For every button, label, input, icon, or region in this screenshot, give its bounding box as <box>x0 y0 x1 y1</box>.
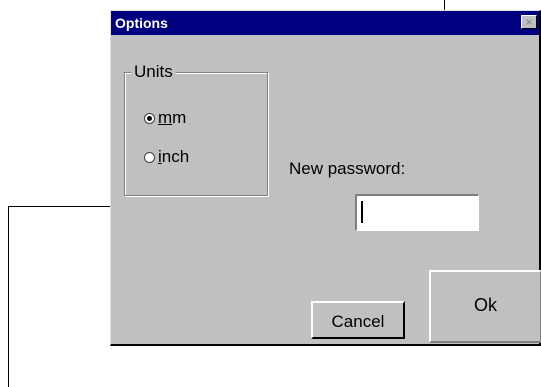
title-bar[interactable]: Options × <box>111 11 539 35</box>
options-dialog: Options × Units mm inch New password: Ca… <box>110 10 541 346</box>
radio-inch-label[interactable]: inch <box>158 147 189 167</box>
cancel-button[interactable]: Cancel <box>311 301 405 339</box>
new-password-field[interactable] <box>355 194 479 231</box>
close-button[interactable]: × <box>521 15 537 29</box>
radio-mm-label-rest: m <box>172 108 187 127</box>
radio-inch[interactable] <box>144 151 155 163</box>
radio-mm-label[interactable]: mm <box>158 108 186 128</box>
units-group-label: Units <box>131 63 176 81</box>
radio-inch-label-rest: nch <box>161 147 190 166</box>
callout-line-left-vertical <box>8 206 9 387</box>
dialog-title: Options <box>115 15 168 31</box>
close-icon: × <box>525 15 533 29</box>
radio-mm[interactable] <box>144 112 155 124</box>
radio-mm-mnemonic: m <box>158 108 173 127</box>
units-groupbox <box>124 72 268 196</box>
new-password-label: New password: <box>289 159 406 178</box>
radio-option-mm[interactable]: mm <box>144 108 186 128</box>
text-caret <box>361 201 363 223</box>
ok-button[interactable]: Ok <box>429 270 541 343</box>
radio-option-inch[interactable]: inch <box>144 147 189 167</box>
